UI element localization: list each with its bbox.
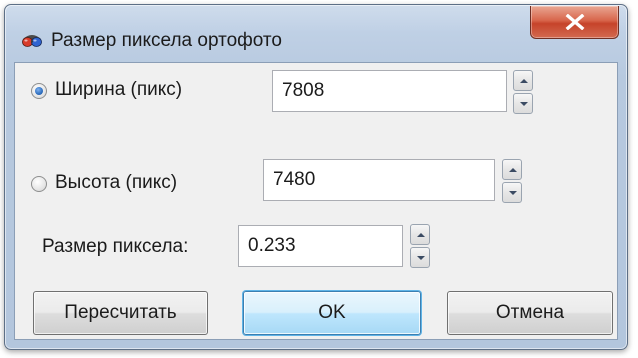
triangle-up-icon [520,79,528,83]
recalculate-button[interactable]: Пересчитать [33,291,208,335]
dialog-window: Размер пиксела ортофото Ширина (пикс) Вы… [4,4,628,350]
width-spin-down-button[interactable] [513,93,533,114]
triangle-down-icon [509,191,517,195]
pixel-size-label: Размер пиксела: [42,236,189,257]
ok-button[interactable]: OK [243,291,421,335]
triangle-down-icon [417,256,425,260]
pixel-size-spin-up-button[interactable] [410,224,430,245]
triangle-down-icon [520,102,528,106]
window-title: Размер пиксела ортофото [51,30,282,51]
width-input[interactable] [272,70,507,112]
pixel-size-spin-down-button[interactable] [410,247,430,268]
width-spin-up-button[interactable] [513,70,533,91]
triangle-up-icon [509,168,517,172]
height-spinner [502,159,522,203]
height-spin-up-button[interactable] [502,159,522,180]
cancel-button[interactable]: Отмена [447,291,613,335]
width-label: Ширина (пикс) [55,79,183,100]
height-radio[interactable] [31,176,47,192]
close-button[interactable] [530,6,619,39]
pixel-size-input[interactable] [238,225,403,267]
pixel-size-spinner [410,224,430,268]
width-spinner [513,70,533,114]
title-bar[interactable]: Размер пиксела ортофото [5,5,627,61]
red-blue-3d-glasses-icon [21,29,43,51]
height-spin-down-button[interactable] [502,182,522,203]
width-radio[interactable] [31,83,47,99]
height-input[interactable] [263,159,495,201]
close-x-icon [565,14,585,30]
triangle-up-icon [417,233,425,237]
height-label: Высота (пикс) [55,172,178,193]
